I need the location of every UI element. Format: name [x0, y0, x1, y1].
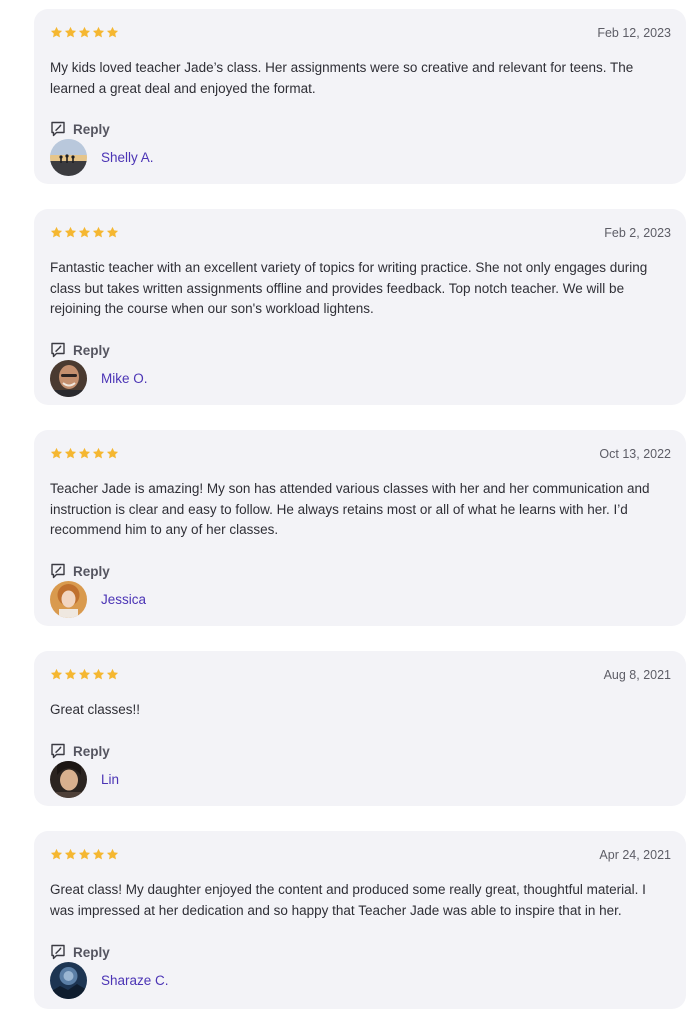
star-icon	[50, 447, 63, 459]
star-icon	[106, 848, 119, 860]
avatar-photo-night-sky-icon	[50, 962, 87, 999]
star-rating	[50, 668, 119, 681]
avatar-photo-sunset-icon	[50, 139, 87, 176]
author-name-link[interactable]: Mike O.	[101, 371, 148, 386]
review-card: Feb 12, 2023 My kids loved teacher Jade’…	[34, 9, 686, 184]
review-card: Oct 13, 2022 Teacher Jade is amazing! My…	[34, 430, 686, 626]
review-date: Oct 13, 2022	[599, 447, 671, 461]
star-icon	[50, 668, 63, 680]
review-card: Aug 8, 2021 Great classes!! Reply Lin	[34, 651, 686, 806]
author-name-link[interactable]: Lin	[101, 772, 119, 787]
author-name-link[interactable]: Sharaze C.	[101, 973, 169, 988]
star-icon	[92, 226, 105, 238]
star-icon	[78, 668, 91, 680]
author-name-link[interactable]: Jessica	[101, 592, 146, 607]
review-date: Aug 8, 2021	[603, 668, 671, 682]
star-icon	[92, 26, 105, 38]
reply-label: Reply	[73, 342, 110, 358]
star-icon	[92, 447, 105, 459]
avatar-photo-woman-dark-hair-icon	[50, 761, 87, 798]
reviews-list: Feb 12, 2023 My kids loved teacher Jade’…	[0, 0, 696, 1024]
reply-icon	[51, 121, 65, 137]
review-date: Apr 24, 2021	[599, 848, 671, 862]
review-text: Fantastic teacher with an excellent vari…	[50, 260, 648, 316]
star-icon	[106, 447, 119, 459]
review-author: Shelly A.	[50, 139, 154, 176]
review-author: Lin	[50, 761, 119, 798]
review-author: Mike O.	[50, 360, 148, 397]
reply-label: Reply	[73, 944, 110, 960]
star-icon	[64, 447, 77, 459]
star-icon	[64, 668, 77, 680]
review-card: Feb 2, 2023 Fantastic teacher with an ex…	[34, 209, 686, 405]
review-card: Apr 24, 2021 Great class! My daughter en…	[34, 831, 686, 1009]
star-icon	[50, 848, 63, 860]
review-date: Feb 2, 2023	[604, 226, 671, 240]
review-author: Jessica	[50, 581, 146, 618]
star-rating	[50, 848, 119, 861]
star-icon	[78, 26, 91, 38]
reply-button[interactable]: Reply	[50, 563, 110, 579]
author-name-link[interactable]: Shelly A.	[101, 150, 154, 165]
star-icon	[78, 447, 91, 459]
star-icon	[106, 226, 119, 238]
reply-icon	[51, 563, 65, 579]
reply-button[interactable]: Reply	[50, 944, 110, 960]
star-icon	[92, 848, 105, 860]
review-date: Feb 12, 2023	[597, 26, 671, 40]
star-icon	[50, 26, 63, 38]
star-rating	[50, 226, 119, 239]
reply-button[interactable]: Reply	[50, 121, 110, 137]
star-icon	[64, 26, 77, 38]
review-text: Great classes!!	[50, 702, 141, 717]
avatar-photo-woman-icon	[50, 581, 87, 618]
star-icon	[92, 668, 105, 680]
reply-label: Reply	[73, 743, 110, 759]
star-rating	[50, 447, 119, 460]
review-text: Teacher Jade is amazing! My son has atte…	[50, 481, 650, 537]
review-author: Sharaze C.	[50, 962, 169, 999]
star-icon	[64, 226, 77, 238]
star-icon	[50, 226, 63, 238]
star-icon	[106, 668, 119, 680]
reply-label: Reply	[73, 121, 110, 137]
reply-icon	[51, 944, 65, 960]
star-icon	[78, 226, 91, 238]
review-text: My kids loved teacher Jade’s class. Her …	[50, 60, 634, 96]
star-icon	[106, 26, 119, 38]
star-rating	[50, 26, 119, 39]
star-icon	[64, 848, 77, 860]
reply-button[interactable]: Reply	[50, 342, 110, 358]
reply-button[interactable]: Reply	[50, 743, 110, 759]
star-icon	[78, 848, 91, 860]
avatar-photo-man-icon	[50, 360, 87, 397]
reply-icon	[51, 743, 65, 759]
reply-icon	[51, 342, 65, 358]
reply-label: Reply	[73, 563, 110, 579]
review-text: Great class! My daughter enjoyed the con…	[50, 882, 646, 918]
